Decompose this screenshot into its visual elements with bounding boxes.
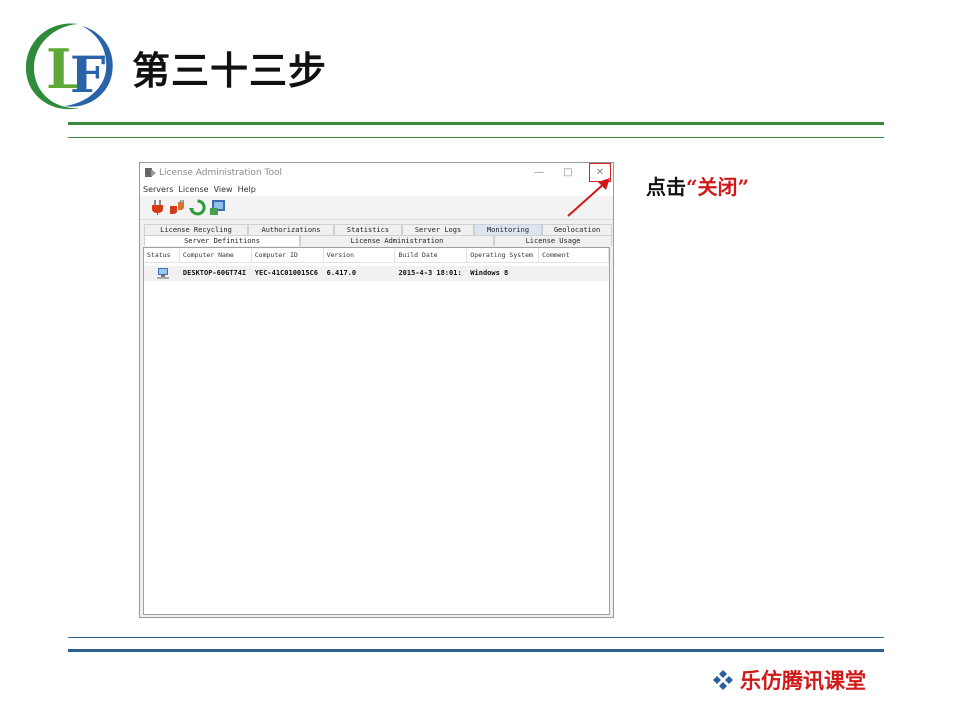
tab-server-definitions[interactable]: Server Definitions bbox=[144, 235, 300, 246]
tab-server-logs[interactable]: Server Logs bbox=[402, 224, 474, 235]
instruction-text: 点击“关闭” bbox=[646, 171, 749, 200]
footer-brand: 乐仿腾讯课堂 bbox=[712, 665, 866, 695]
server-list: Status Computer Name Computer ID Version… bbox=[143, 247, 610, 615]
column-computer-id[interactable]: Computer ID bbox=[252, 248, 324, 262]
minimize-button[interactable]: — bbox=[528, 163, 550, 182]
footer-rule-thick bbox=[68, 649, 884, 652]
row-comment bbox=[539, 266, 609, 281]
column-version[interactable]: Version bbox=[324, 248, 396, 262]
row-computer-id: YEC-41C010015C6 bbox=[254, 269, 318, 277]
tab-license-administration[interactable]: License Administration bbox=[300, 235, 494, 246]
column-status[interactable]: Status bbox=[144, 248, 180, 262]
tab-strip: License Recycling Authorizations Statist… bbox=[140, 222, 613, 246]
menu-help[interactable]: Help bbox=[238, 185, 256, 194]
column-computer-name[interactable]: Computer Name bbox=[180, 248, 252, 262]
table-row[interactable]: DESKTOP-60GT74I YEC-41C010015C6 6.417.0 … bbox=[144, 266, 609, 281]
header-rule-thin bbox=[68, 137, 884, 138]
tab-license-usage[interactable]: License Usage bbox=[494, 235, 612, 246]
connect-plug-icon[interactable] bbox=[149, 199, 166, 216]
slide-title: 第三十三步 bbox=[132, 49, 328, 93]
instruction-highlight: “关闭” bbox=[686, 175, 750, 199]
column-operating-system[interactable]: Operating System bbox=[467, 248, 540, 262]
column-build-date[interactable]: Build Date bbox=[395, 248, 468, 262]
instruction-prefix: 点击 bbox=[646, 175, 686, 199]
tab-monitoring[interactable]: Monitoring bbox=[474, 224, 542, 235]
tab-authorizations[interactable]: Authorizations bbox=[248, 224, 334, 235]
window-title: License Administration Tool bbox=[159, 167, 282, 178]
pointer-arrow-icon bbox=[567, 178, 610, 217]
computer-icon bbox=[157, 268, 169, 279]
footer-brand-text: 乐仿腾讯课堂 bbox=[740, 668, 866, 693]
list-header: Status Computer Name Computer ID Version… bbox=[144, 248, 609, 263]
row-computer-name: DESKTOP-60GT74I bbox=[182, 269, 247, 277]
footer-rule-thin bbox=[68, 637, 884, 638]
toolbar bbox=[140, 196, 613, 220]
lf-logo-icon: L F bbox=[26, 23, 113, 110]
header-rule-thick bbox=[68, 122, 884, 125]
row-build-date: 2015-4-3 18:01: bbox=[398, 269, 462, 277]
row-os: Windows 8 bbox=[470, 269, 509, 277]
column-comment[interactable]: Comment bbox=[539, 248, 609, 262]
tab-geolocation[interactable]: Geolocation bbox=[542, 224, 612, 235]
refresh-icon[interactable] bbox=[189, 199, 206, 216]
row-version: 6.417.0 bbox=[326, 269, 357, 277]
window-titlebar[interactable]: License Administration Tool — □ ✕ bbox=[140, 163, 613, 182]
svg-text:F: F bbox=[70, 45, 106, 104]
app-icon bbox=[145, 168, 156, 177]
menu-servers[interactable]: Servers bbox=[143, 185, 173, 194]
tab-statistics[interactable]: Statistics bbox=[334, 224, 402, 235]
tab-license-recycling[interactable]: License Recycling bbox=[144, 224, 248, 235]
menu-license[interactable]: License bbox=[178, 185, 208, 194]
menu-bar: Servers License View Help bbox=[140, 182, 613, 196]
diamonds-icon bbox=[713, 670, 733, 690]
license-admin-window: License Administration Tool — □ ✕ Server… bbox=[139, 162, 614, 618]
menu-view[interactable]: View bbox=[214, 185, 233, 194]
disconnect-plug-icon[interactable] bbox=[169, 199, 186, 216]
row-status-cell bbox=[144, 266, 180, 281]
monitor-icon[interactable] bbox=[209, 199, 226, 216]
